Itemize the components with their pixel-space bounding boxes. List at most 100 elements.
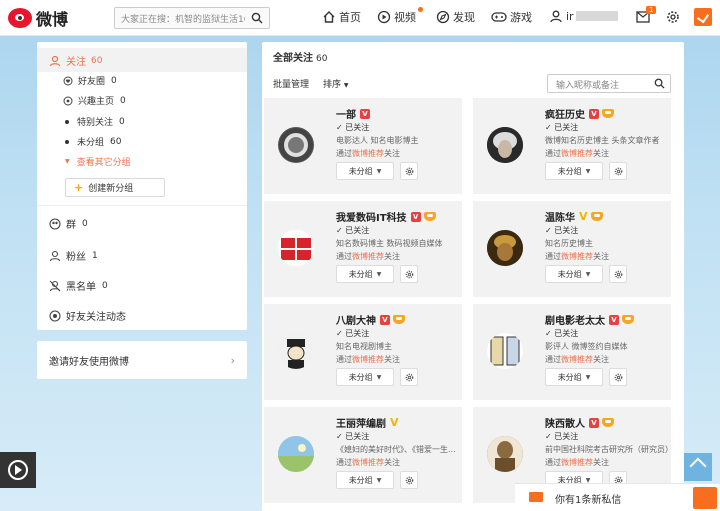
group-select[interactable]: 未分组 ▼ bbox=[545, 162, 603, 180]
via-link[interactable]: 微博推荐 bbox=[352, 458, 384, 467]
item-label: 群 bbox=[66, 220, 76, 231]
private-message-open-button[interactable] bbox=[693, 487, 717, 509]
avatar[interactable] bbox=[278, 333, 314, 369]
card-settings-button[interactable] bbox=[609, 368, 627, 386]
via-link[interactable]: 微博推荐 bbox=[561, 458, 593, 467]
card-settings-button[interactable] bbox=[609, 162, 627, 180]
card-description: 前中国社科院考古研究所（研究员） bbox=[545, 445, 669, 454]
create-group-button[interactable]: + 创建新分组 bbox=[65, 178, 165, 197]
username-blur bbox=[575, 11, 618, 21]
follow-card[interactable]: 一部 V ✓ 已关注 电影达人 知名电影博主 通过微博推荐关注 未分组 ▼ bbox=[264, 98, 462, 194]
interest-icon bbox=[63, 96, 73, 105]
card-name-row[interactable]: 一部 V bbox=[336, 106, 370, 121]
nav-user[interactable]: ir bbox=[549, 9, 618, 23]
group-select[interactable]: 未分组 ▼ bbox=[336, 471, 394, 489]
card-name-row[interactable]: 陕西散人 V bbox=[545, 415, 614, 430]
via-link[interactable]: 微博推荐 bbox=[352, 355, 384, 364]
avatar[interactable] bbox=[278, 230, 314, 266]
group-select[interactable]: 未分组 ▼ bbox=[336, 265, 394, 283]
group-select[interactable]: 未分组 ▼ bbox=[545, 368, 603, 386]
batch-manage-button[interactable]: 批量管理 bbox=[273, 77, 309, 90]
group-select[interactable]: 未分组 ▼ bbox=[545, 265, 603, 283]
sort-label: 排序 bbox=[323, 80, 342, 90]
item-count: 0 bbox=[102, 280, 108, 291]
avatar[interactable] bbox=[278, 436, 314, 472]
invite-friends-link[interactable]: 邀请好友使用微博 › bbox=[37, 341, 247, 379]
card-settings-button[interactable] bbox=[400, 471, 418, 489]
nav-game[interactable]: 游戏 bbox=[491, 9, 532, 25]
avatar[interactable] bbox=[487, 333, 523, 369]
sidebar-item-fans[interactable]: 粉丝 1 bbox=[49, 248, 98, 263]
group-select[interactable]: 未分组 ▼ bbox=[336, 162, 394, 180]
follow-search-input[interactable]: 输入昵称或备注 bbox=[547, 74, 671, 93]
via-link[interactable]: 微博推荐 bbox=[561, 355, 593, 364]
sidebar-more-groups[interactable]: ▼ 查看其它分组 bbox=[65, 155, 131, 168]
followed-status: ✓ 已关注 bbox=[545, 432, 579, 441]
follow-card[interactable]: 疯狂历史 V ✓ 已关注 微博知名历史博主 头条文章作者 通过微博推荐关注 未分组… bbox=[473, 98, 671, 194]
private-message-bar[interactable]: 你有1条新私信 bbox=[515, 483, 720, 511]
group-icon bbox=[49, 217, 61, 230]
card-settings-button[interactable] bbox=[400, 265, 418, 283]
group-count: 0 bbox=[119, 116, 125, 127]
follow-card[interactable]: 八剧大神 V ✓ 已关注 知名电视剧博主 通过微博推荐关注 未分组 ▼ bbox=[264, 304, 462, 400]
via-link[interactable]: 微博推荐 bbox=[561, 149, 593, 158]
card-name-row[interactable]: 疯狂历史 V bbox=[545, 106, 614, 121]
home-icon bbox=[323, 11, 335, 23]
card-description: 《媳妇的美好时代》、《错爱一生... bbox=[336, 445, 456, 454]
follow-card[interactable]: 剧电影老太太 V ✓ 已关注 影评人 微博签约自媒体 通过微博推荐关注 未分组 ▼ bbox=[473, 304, 671, 400]
card-name: 王丽萍编剧 bbox=[336, 419, 386, 430]
gear-icon bbox=[405, 270, 413, 278]
followed-label: 已关注 bbox=[345, 123, 370, 132]
search-icon[interactable] bbox=[251, 12, 263, 24]
caret-down-icon: ▼ bbox=[585, 270, 591, 278]
group-select[interactable]: 未分组 ▼ bbox=[336, 368, 394, 386]
search-icon[interactable] bbox=[654, 78, 665, 89]
card-settings-button[interactable] bbox=[609, 265, 627, 283]
card-settings-button[interactable] bbox=[400, 368, 418, 386]
card-name-row[interactable]: 剧电影老太太 V bbox=[545, 312, 634, 327]
avatar[interactable] bbox=[487, 436, 523, 472]
card-name-row[interactable]: 王丽萍编剧 V bbox=[336, 415, 399, 430]
sidebar-follow-count: 60 bbox=[91, 55, 103, 66]
follow-card[interactable]: 我爱数码IT科技 V ✓ 已关注 知名数码博主 数码视频自媒体 通过微博推荐关注 … bbox=[264, 201, 462, 297]
sidebar-item-group-chat[interactable]: 群 0 bbox=[49, 216, 88, 231]
card-name-row[interactable]: 我爱数码IT科技 V bbox=[336, 209, 436, 224]
via-link[interactable]: 微博推荐 bbox=[561, 252, 593, 261]
search-input[interactable]: 大家正在搜：机智的监狱生活16 bbox=[114, 7, 270, 29]
nav-video[interactable]: 视频 bbox=[377, 7, 423, 25]
title-label: 全部关注 bbox=[273, 53, 313, 64]
envelope-icon bbox=[529, 492, 543, 502]
sidebar-item-blacklist[interactable]: 黑名单 0 bbox=[49, 278, 108, 293]
card-name-row[interactable]: 温陈华 V bbox=[545, 209, 603, 224]
via-link[interactable]: 微博推荐 bbox=[352, 149, 384, 158]
caret-down-icon: ▼ bbox=[376, 476, 382, 484]
card-source: 通过微博推荐关注 bbox=[336, 148, 400, 159]
follow-card[interactable]: 王丽萍编剧 V ✓ 已关注 《媳妇的美好时代》、《错爱一生... 通过微博推荐关注… bbox=[264, 407, 462, 503]
back-to-top-button[interactable] bbox=[684, 453, 712, 481]
followed-label: 已关注 bbox=[345, 432, 370, 441]
sidebar-group-ungrouped[interactable]: 未分组 60 bbox=[65, 135, 121, 148]
card-name-row[interactable]: 八剧大神 V bbox=[336, 312, 405, 327]
sidebar-item-follow[interactable]: 关注 60 bbox=[49, 53, 102, 68]
sidebar-group-interest[interactable]: 兴趣主页 0 bbox=[63, 94, 126, 107]
nav-video-label: 视频 bbox=[394, 11, 416, 24]
avatar[interactable] bbox=[487, 230, 523, 266]
sidebar-item-friend-activity[interactable]: 好友关注动态 bbox=[49, 308, 126, 323]
avatar[interactable] bbox=[278, 127, 314, 163]
nav-home[interactable]: 首页 bbox=[322, 9, 361, 25]
follow-card[interactable]: 温陈华 V ✓ 已关注 知名历史博主 通过微博推荐关注 未分组 ▼ bbox=[473, 201, 671, 297]
play-video-button[interactable] bbox=[0, 452, 36, 488]
sort-dropdown[interactable]: 排序 ▼ bbox=[323, 77, 349, 90]
group-select-label: 未分组 bbox=[348, 475, 373, 485]
sidebar-group-friends[interactable]: 好友圈 0 bbox=[63, 74, 117, 87]
avatar[interactable] bbox=[487, 127, 523, 163]
item-label: 粉丝 bbox=[66, 252, 86, 263]
gear-icon[interactable] bbox=[666, 10, 680, 24]
sidebar-group-special[interactable]: 特别关注 0 bbox=[65, 115, 125, 128]
nav-discover[interactable]: 发现 bbox=[436, 9, 475, 25]
via-link[interactable]: 微博推荐 bbox=[352, 252, 384, 261]
compose-button[interactable] bbox=[694, 8, 712, 26]
caret-down-icon: ▼ bbox=[343, 82, 349, 89]
card-settings-button[interactable] bbox=[400, 162, 418, 180]
weibo-logo[interactable]: 微博 bbox=[8, 6, 68, 30]
